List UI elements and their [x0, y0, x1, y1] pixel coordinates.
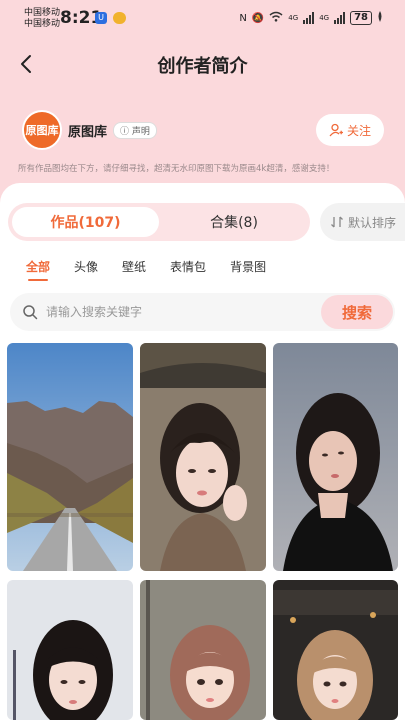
battery-indicator: 78: [350, 11, 372, 25]
image-tile-portrait-4[interactable]: [140, 580, 266, 720]
portrait-image: [273, 580, 398, 720]
add-user-icon: [329, 123, 343, 137]
image-tile-portrait-3[interactable]: [7, 580, 133, 720]
category-sticker[interactable]: 表情包: [170, 258, 206, 275]
category-background[interactable]: 背景图: [230, 258, 266, 275]
status-bar: 中国移动 中国移动 8:21 U N 🔕 4G 4G 78: [0, 0, 405, 36]
portrait-image: [273, 343, 398, 571]
image-tile-landscape[interactable]: [7, 343, 133, 571]
nav-bar: 创作者简介: [0, 44, 405, 84]
sort-button[interactable]: 默认排序: [320, 203, 405, 241]
nfc-icon: N: [239, 12, 247, 24]
search-icon: [23, 305, 38, 320]
tab-collections[interactable]: 合集(8): [160, 207, 308, 237]
network-label-1: 4G: [288, 14, 299, 22]
portrait-image: [140, 580, 266, 720]
follow-button[interactable]: 关注: [316, 114, 384, 146]
category-wallpaper[interactable]: 壁纸: [122, 258, 146, 275]
signal-icon-2: [334, 12, 346, 24]
author-name: 原图库: [68, 124, 108, 140]
declare-label: 声明: [131, 126, 150, 137]
declare-badge[interactable]: ⓘ 声明: [113, 121, 157, 139]
status-icons: N 🔕 4G 4G 78: [239, 11, 383, 25]
mute-icon: 🔕: [251, 12, 265, 24]
tab-works[interactable]: 作品(107): [12, 207, 159, 237]
category-all[interactable]: 全部: [26, 258, 50, 281]
carrier-info: 中国移动 中国移动: [24, 8, 60, 30]
category-tabs: 全部 头像 壁纸 表情包 背景图: [26, 258, 290, 281]
follow-label: 关注: [346, 123, 371, 138]
carrier-1: 中国移动: [24, 8, 61, 18]
image-tile-portrait-2[interactable]: [273, 343, 398, 571]
image-tile-portrait-1[interactable]: [140, 343, 266, 571]
network-label-2: 4G: [319, 14, 330, 22]
search-button[interactable]: 搜索: [321, 295, 393, 329]
notification-app-icon: U: [95, 12, 107, 24]
road-landscape-image: [7, 343, 133, 571]
avatar[interactable]: 原图库: [22, 110, 62, 150]
sort-label: 默认排序: [348, 215, 397, 230]
image-tile-portrait-5[interactable]: [273, 580, 398, 720]
sort-icon: [331, 216, 343, 228]
info-icon: ⓘ: [120, 126, 130, 137]
author-notice: 所有作品图均在下方，请仔细寻找，超清无水印原图下载为原画4k超清，感谢支持！: [18, 164, 335, 174]
category-avatar[interactable]: 头像: [74, 258, 98, 275]
search-input[interactable]: [46, 305, 296, 319]
charging-icon: [377, 11, 383, 25]
search-bar: 搜索: [10, 293, 395, 331]
wifi-icon: [269, 11, 283, 25]
carrier-2: 中国移动: [24, 19, 61, 29]
notification-app-icon-2: [113, 12, 126, 24]
page-title: 创作者简介: [157, 56, 248, 77]
portrait-image: [140, 343, 266, 571]
signal-icon: [303, 12, 315, 24]
author-profile: 原图库 原图库 ⓘ 声明: [22, 110, 157, 150]
portrait-image: [7, 580, 133, 720]
